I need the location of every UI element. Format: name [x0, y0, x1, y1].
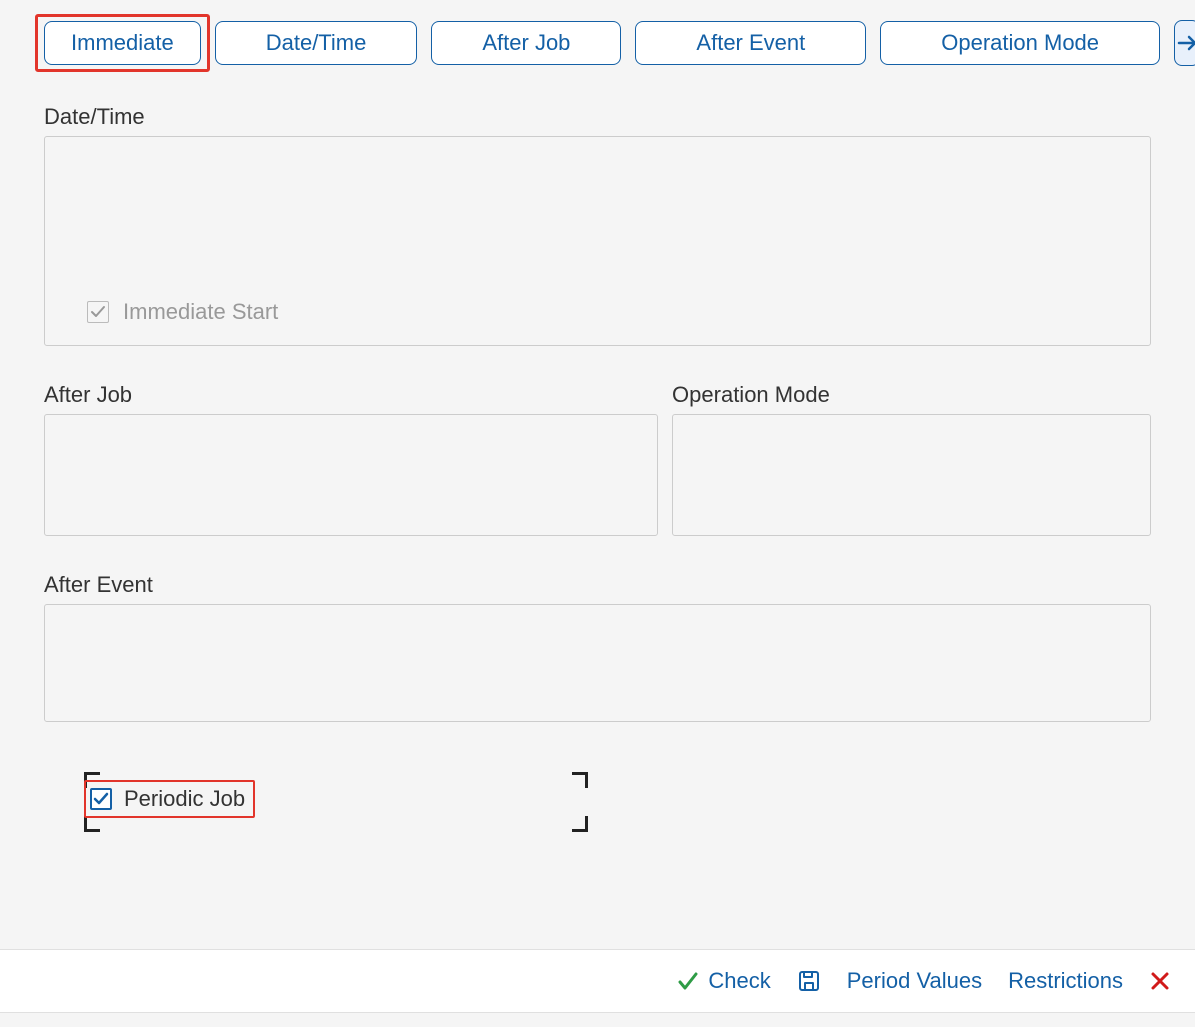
period-values-button[interactable]: Period Values	[847, 968, 982, 994]
opmode-section-title: Operation Mode	[672, 382, 1151, 408]
start-condition-tabs: Immediate Date/Time After Job After Even…	[44, 20, 1151, 66]
periodic-job-label: Periodic Job	[124, 786, 245, 812]
tab-operation-mode[interactable]: Operation Mode	[880, 21, 1160, 65]
checkmark-icon	[676, 969, 700, 993]
crop-corner-icon	[572, 816, 588, 832]
arrow-right-icon	[1175, 31, 1195, 55]
period-values-label: Period Values	[847, 968, 982, 994]
close-button[interactable]	[1149, 970, 1171, 992]
next-arrow-button[interactable]	[1174, 20, 1195, 66]
tab-after-job[interactable]: After Job	[431, 21, 621, 65]
footer-toolbar: Check Period Values Restrictions	[0, 949, 1195, 1013]
checkmark-icon	[93, 791, 109, 807]
highlight-immediate: Immediate	[35, 14, 210, 72]
opmode-panel	[672, 414, 1151, 536]
afterevent-panel	[44, 604, 1151, 722]
afterjob-panel	[44, 414, 658, 536]
periodic-job-area: Periodic Job	[84, 772, 1151, 832]
save-button[interactable]	[797, 969, 821, 993]
periodic-job-checkbox[interactable]	[90, 788, 112, 810]
close-icon	[1149, 970, 1171, 992]
restrictions-button[interactable]: Restrictions	[1008, 968, 1123, 994]
immediate-start-row: Immediate Start	[87, 299, 278, 325]
immediate-start-label: Immediate Start	[123, 299, 278, 325]
datetime-section-title: Date/Time	[44, 104, 1151, 130]
checkmark-icon	[90, 304, 106, 320]
tab-datetime[interactable]: Date/Time	[215, 21, 418, 65]
afterevent-section-title: After Event	[44, 572, 1151, 598]
tab-immediate[interactable]: Immediate	[44, 21, 201, 65]
afterjob-opmode-row: After Job Operation Mode	[44, 382, 1151, 572]
check-label: Check	[708, 968, 770, 994]
datetime-panel: Immediate Start	[44, 136, 1151, 346]
check-button[interactable]: Check	[676, 968, 770, 994]
tab-after-event[interactable]: After Event	[635, 21, 866, 65]
afterjob-section-title: After Job	[44, 382, 658, 408]
save-icon	[797, 969, 821, 993]
highlight-periodic-job: Periodic Job	[84, 780, 255, 818]
main-content: Immediate Date/Time After Job After Even…	[0, 0, 1195, 832]
immediate-start-checkbox[interactable]	[87, 301, 109, 323]
crop-corner-icon	[572, 772, 588, 788]
restrictions-label: Restrictions	[1008, 968, 1123, 994]
crop-corner-icon	[84, 816, 100, 832]
